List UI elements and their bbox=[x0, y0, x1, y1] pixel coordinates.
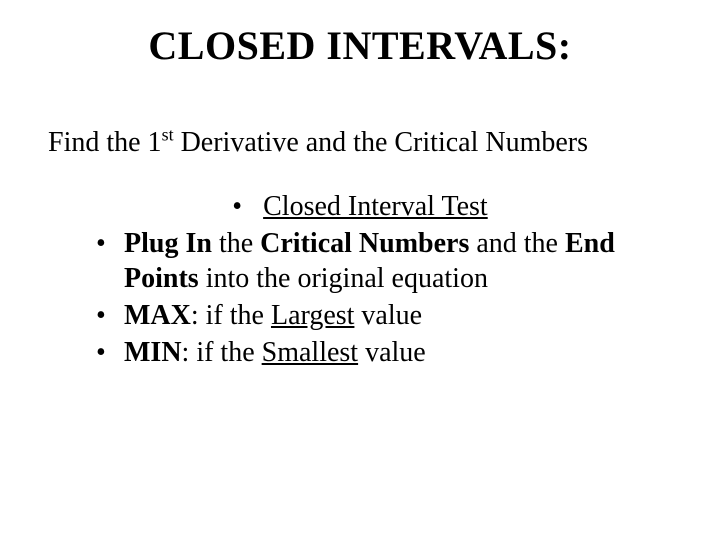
bullet-dot-icon: • bbox=[96, 226, 106, 261]
list-item: • MAX: if the Largest value bbox=[90, 298, 660, 333]
min-text: MIN bbox=[124, 337, 182, 368]
slide-subtitle: Find the 1st Derivative and the Critical… bbox=[0, 69, 720, 159]
subtitle-rest: Derivative and the Critical Numbers bbox=[174, 127, 588, 158]
bullet-dot-icon: • bbox=[232, 191, 242, 222]
slide-body: • Closed Interval Test • Plug In the Cri… bbox=[0, 159, 720, 370]
subtitle-prefix: Find the 1 bbox=[48, 127, 162, 158]
smallest-text: Smallest bbox=[262, 337, 358, 368]
max-text: MAX bbox=[124, 300, 191, 331]
plug-in-text: Plug In bbox=[124, 228, 212, 259]
critical-numbers-text: Critical Numbers bbox=[260, 228, 469, 259]
text: and the bbox=[469, 228, 565, 259]
slide: CLOSED INTERVALS: Find the 1st Derivativ… bbox=[0, 0, 720, 540]
largest-text: Largest bbox=[271, 300, 354, 331]
text: : if the bbox=[191, 300, 271, 331]
text: the bbox=[212, 228, 260, 259]
bullet-dot-icon: • bbox=[96, 298, 106, 333]
closed-interval-test-text: Closed Interval Test bbox=[263, 191, 488, 222]
bullet-dot-icon: • bbox=[96, 335, 106, 370]
list-item: • MIN: if the Smallest value bbox=[90, 335, 660, 370]
subtitle-superscript: st bbox=[162, 125, 174, 145]
text: into the original equation bbox=[199, 263, 488, 294]
list-item: • Plug In the Critical Numbers and the E… bbox=[90, 226, 660, 296]
text: value bbox=[354, 300, 422, 331]
text: value bbox=[358, 337, 426, 368]
list-item: • Closed Interval Test bbox=[60, 189, 660, 224]
slide-title: CLOSED INTERVALS: bbox=[0, 0, 720, 69]
text: : if the bbox=[182, 337, 262, 368]
